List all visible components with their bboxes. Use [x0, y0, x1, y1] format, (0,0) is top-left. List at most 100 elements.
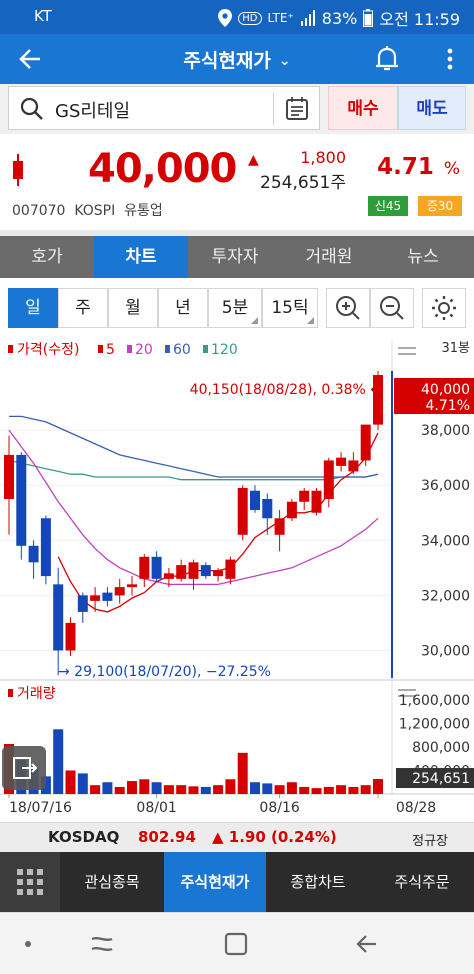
volume-bar	[114, 786, 125, 794]
legend-ma-swatch	[165, 345, 170, 353]
volume-bar	[274, 785, 285, 794]
candle-body	[176, 565, 187, 579]
calendar-list-icon[interactable]	[283, 95, 311, 123]
nav-stock-order[interactable]: 주식주문	[370, 852, 474, 912]
candle-body	[90, 595, 101, 601]
period-year[interactable]: 년	[158, 288, 208, 328]
chart-area[interactable]: 38,000 36,000 34,000 32,000 30,000 31봉 40,000 4…	[0, 340, 474, 822]
credit-badge: 신45	[368, 196, 408, 216]
y-tick-label: 30,000	[421, 643, 470, 659]
system-back-icon[interactable]	[350, 926, 386, 962]
nav-current-price[interactable]: 주식현재가	[164, 852, 266, 912]
dropdown-corner-icon	[251, 317, 258, 324]
zoom-in-icon	[336, 296, 360, 320]
tab-news[interactable]: 뉴스	[376, 236, 470, 278]
volume-tick-label: 1,600,000	[399, 693, 470, 709]
recent-apps-icon[interactable]	[84, 926, 120, 962]
y-tick-label: 34,000	[421, 533, 470, 549]
carrier-label: KT	[34, 7, 52, 25]
candle-body	[237, 487, 248, 535]
candle-body	[336, 457, 347, 466]
volume-bar	[373, 779, 383, 794]
candle-body	[274, 518, 285, 535]
more-vert-icon[interactable]	[440, 42, 460, 76]
legend-volume-swatch	[8, 689, 13, 697]
volume-bar	[77, 773, 88, 794]
stock-search-input[interactable]: GS리테일	[8, 86, 320, 130]
legend-ma-label: 60	[173, 342, 191, 358]
zoom-in-button[interactable]	[326, 288, 370, 328]
volume-bar	[53, 729, 64, 794]
market-ticker[interactable]: KOSDAQ 802.94 ▲ 1.90 (0.24%) 정규장	[0, 822, 474, 852]
volume-bar	[262, 783, 273, 794]
candle-body	[4, 454, 14, 499]
period-day[interactable]: 일	[8, 288, 58, 328]
volume-bar	[250, 782, 260, 794]
legend-ma-swatch	[127, 345, 132, 353]
volume-bar	[65, 770, 76, 794]
x-tick-label: 18/07/16	[9, 800, 72, 816]
grid-menu-icon	[17, 869, 43, 895]
volume-bar	[237, 752, 248, 794]
candle-body	[348, 460, 359, 472]
menu-grid-button[interactable]	[0, 852, 60, 912]
volume-bar	[163, 785, 174, 794]
candle-body	[250, 490, 260, 510]
current-volume-label: 254,651	[412, 771, 470, 787]
bottom-nav: 관심종목 주식현재가 종합차트 주식주문	[0, 852, 474, 912]
y-tick-label: 38,000	[421, 423, 470, 439]
legend-ma-swatch	[203, 345, 208, 353]
dot-icon	[25, 941, 31, 947]
up-triangle-icon: ▲	[248, 152, 259, 168]
volume-bar	[127, 781, 137, 794]
candle-body	[40, 518, 51, 577]
home-icon[interactable]	[218, 926, 254, 962]
period-5min[interactable]: 5분	[208, 288, 262, 328]
volume-bar	[348, 786, 359, 794]
tab-broker[interactable]: 거래원	[282, 236, 376, 278]
search-row: GS리테일 매수 매도	[0, 84, 474, 134]
tab-chart[interactable]: 차트	[94, 236, 188, 278]
legend-ma-label: 5	[106, 342, 115, 358]
market-session: 정규장	[412, 834, 448, 849]
chart-toolbar: 일 주 월 년 5분 15틱	[0, 284, 474, 332]
candle-body	[127, 584, 137, 588]
period-week[interactable]: 주	[58, 288, 108, 328]
candle-body	[323, 460, 334, 499]
zoom-out-button[interactable]	[370, 288, 414, 328]
bell-icon[interactable]	[370, 42, 404, 76]
y-tick-label: 36,000	[421, 478, 470, 494]
candlestick-chart[interactable]: 38,00036,00034,00032,00030,00031봉40,0004…	[0, 340, 474, 822]
candle-body	[53, 584, 64, 651]
current-price: 40,000	[88, 146, 237, 192]
volume-tick-label: 1,200,000	[399, 716, 470, 732]
legend-price-swatch	[8, 345, 13, 353]
stock-code-market: 007070 KOSPI 유통업	[12, 203, 163, 219]
divider	[273, 93, 274, 125]
volume-bar	[311, 788, 322, 794]
candle-body	[28, 545, 39, 563]
nav-total-chart[interactable]: 종합차트	[266, 852, 370, 912]
candle-body	[151, 556, 162, 579]
zoom-out-icon	[380, 296, 404, 320]
volume-bar	[225, 779, 236, 794]
period-month[interactable]: 월	[108, 288, 158, 328]
buy-button[interactable]: 매수	[328, 86, 398, 130]
tab-investor[interactable]: 투자자	[188, 236, 282, 278]
period-count-label: 31봉	[441, 341, 470, 356]
candle-body	[200, 565, 211, 577]
sell-button[interactable]: 매도	[398, 86, 466, 130]
battery-percent: 83%	[321, 8, 358, 28]
signal-icon	[300, 10, 315, 26]
legend-price-label: 가격(수정)	[17, 342, 79, 358]
search-icon	[20, 97, 43, 120]
x-tick-label: 08/01	[136, 800, 176, 816]
volume-bar	[188, 786, 199, 794]
chart-settings-button[interactable]	[422, 288, 466, 328]
period-15tick[interactable]: 15틱	[262, 288, 318, 328]
candle-body	[65, 622, 76, 651]
market-change: ▲ 1.90 (0.24%)	[212, 828, 337, 846]
nav-watchlist[interactable]: 관심종목	[60, 852, 164, 912]
candle-body	[188, 562, 199, 579]
tab-orderbook[interactable]: 호가	[0, 236, 94, 278]
